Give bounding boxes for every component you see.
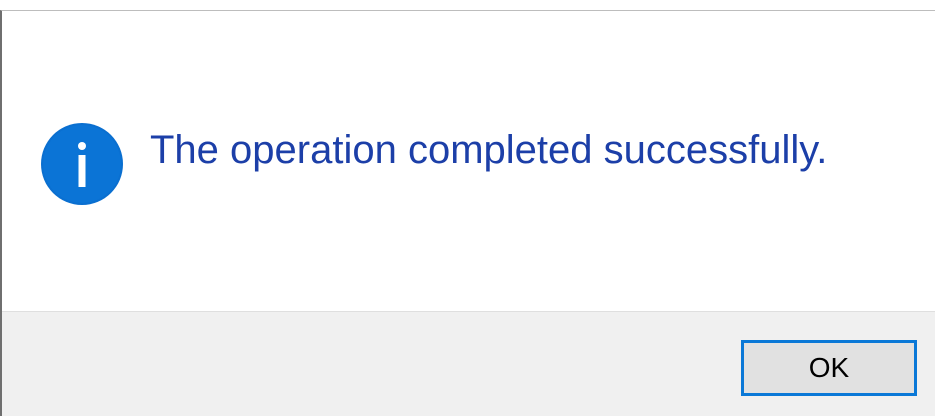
dialog-message: The operation completed successfully. xyxy=(150,128,828,172)
ok-button-label: OK xyxy=(808,352,850,383)
dialog-footer: OK xyxy=(2,311,935,416)
clipped-text-remnant xyxy=(34,0,274,5)
dialog-content: The operation completed successfully. xyxy=(2,11,935,311)
ok-button[interactable]: OK xyxy=(741,340,917,396)
message-dialog: The operation completed successfully. OK xyxy=(0,0,935,416)
clipped-text-remnant xyxy=(414,0,554,5)
dialog-frame: The operation completed successfully. OK xyxy=(0,10,935,416)
info-icon xyxy=(40,122,124,206)
